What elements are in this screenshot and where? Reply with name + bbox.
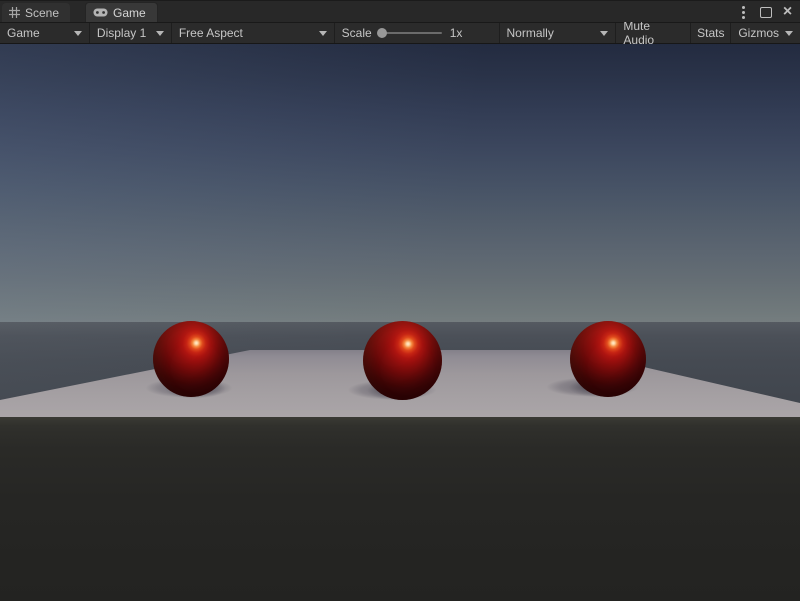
view-popup-dropdown[interactable]: Game xyxy=(0,23,90,43)
play-mode-dropdown[interactable]: Normally xyxy=(500,23,617,43)
red-sphere-left xyxy=(153,321,229,397)
maximize-icon[interactable] xyxy=(758,4,773,20)
game-viewport[interactable] xyxy=(0,44,800,601)
gizmos-dropdown[interactable]: Gizmos xyxy=(731,23,800,43)
kebab-menu-icon[interactable] xyxy=(736,4,751,20)
tab-scene-label: Scene xyxy=(25,6,59,20)
view-popup-label: Game xyxy=(7,26,40,40)
chevron-down-icon xyxy=(74,31,82,36)
chevron-down-icon xyxy=(156,31,164,36)
tab-scene[interactable]: Scene xyxy=(2,3,70,22)
stats-button[interactable]: Stats xyxy=(691,23,731,43)
tab-bar: Scene Game × xyxy=(0,0,800,22)
gamepad-icon xyxy=(93,8,108,17)
grid-icon xyxy=(9,7,20,18)
game-view-window: Scene Game × Game Display 1 Free Aspect xyxy=(0,0,800,601)
scale-value: 1x xyxy=(450,26,463,40)
aspect-ratio-label: Free Aspect xyxy=(179,26,243,40)
scale-slider[interactable] xyxy=(378,32,442,34)
display-label: Display 1 xyxy=(97,26,146,40)
close-icon[interactable]: × xyxy=(780,4,795,20)
red-sphere-center xyxy=(363,321,442,400)
chevron-down-icon xyxy=(319,31,327,36)
play-mode-label: Normally xyxy=(507,26,554,40)
window-controls: × xyxy=(736,1,795,23)
stats-label: Stats xyxy=(697,26,724,40)
foreground-dark-area xyxy=(0,417,800,601)
tab-game-label: Game xyxy=(113,6,146,20)
mute-audio-button[interactable]: Mute Audio xyxy=(616,23,691,43)
chevron-down-icon xyxy=(600,31,608,36)
red-sphere-right xyxy=(570,321,646,397)
tab-game[interactable]: Game xyxy=(85,2,158,22)
aspect-ratio-dropdown[interactable]: Free Aspect xyxy=(172,23,335,43)
chevron-down-icon xyxy=(785,31,793,36)
scale-slider-knob[interactable] xyxy=(377,28,387,38)
gizmos-label: Gizmos xyxy=(738,26,779,40)
scale-control: Scale 1x xyxy=(335,23,500,43)
display-dropdown[interactable]: Display 1 xyxy=(90,23,172,43)
game-toolbar: Game Display 1 Free Aspect Scale 1x Norm… xyxy=(0,22,800,44)
sky-gradient xyxy=(0,44,800,322)
scale-label: Scale xyxy=(342,26,372,40)
mute-audio-label: Mute Audio xyxy=(623,19,683,47)
